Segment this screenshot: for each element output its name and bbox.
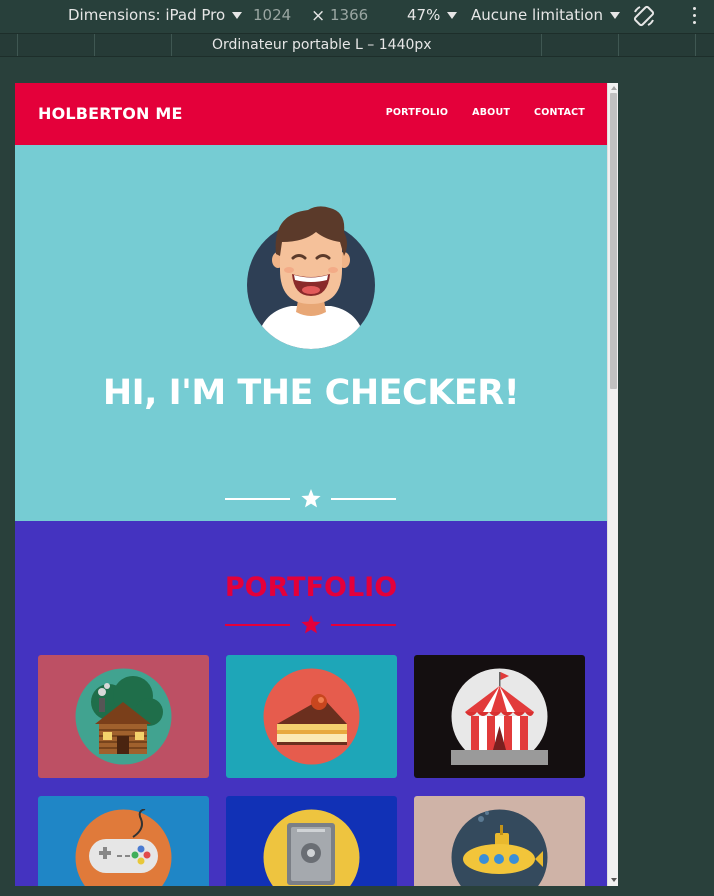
submarine-icon <box>451 809 548 886</box>
portfolio-card-safe[interactable] <box>226 796 397 886</box>
hero-section: HI, I'M THE CHECKER! <box>15 145 607 521</box>
nav-link-portfolio[interactable]: PORTFOLIO <box>386 107 448 118</box>
device-select-label: Dimensions: iPad Pro <box>68 6 226 24</box>
height-input[interactable]: 1366 <box>330 6 368 24</box>
portfolio-card-game-controller[interactable] <box>38 796 209 886</box>
nav-link-about[interactable]: ABOUT <box>472 107 510 118</box>
breakpoint-label: Ordinateur portable L – 1440px <box>212 37 432 53</box>
portfolio-title: PORTFOLIO <box>224 572 398 603</box>
scroll-thumb[interactable] <box>610 93 617 389</box>
chevron-down-icon <box>232 11 243 19</box>
portfolio-card-cabin[interactable] <box>38 655 209 778</box>
breakpoint-ruler[interactable]: Ordinateur portable L – 1440px <box>0 33 714 57</box>
portfolio-card-circus[interactable] <box>414 655 585 778</box>
width-input[interactable]: 1024 <box>253 6 291 24</box>
device-viewport: HOLBERTON ME PORTFOLIO ABOUT CONTACT HI,… <box>15 83 618 886</box>
hero-divider <box>225 489 396 508</box>
cake-icon <box>263 668 360 765</box>
website: HOLBERTON ME PORTFOLIO ABOUT CONTACT HI,… <box>15 83 607 886</box>
circus-tent-icon <box>451 668 548 765</box>
chevron-down-icon <box>447 11 458 19</box>
device-select[interactable]: Dimensions: iPad Pro <box>68 6 243 24</box>
zoom-label: 47% <box>407 6 441 24</box>
site-header: HOLBERTON ME PORTFOLIO ABOUT CONTACT <box>15 83 607 145</box>
safe-icon <box>263 809 360 886</box>
rotate-icon[interactable] <box>632 4 656 28</box>
site-brand[interactable]: HOLBERTON ME <box>38 104 183 123</box>
star-icon <box>301 615 321 634</box>
portfolio-section: PORTFOLIO <box>15 521 607 886</box>
site-nav: PORTFOLIO ABOUT CONTACT <box>386 107 585 118</box>
game-controller-icon <box>75 809 172 886</box>
scroll-down-icon[interactable] <box>611 878 617 882</box>
star-icon <box>301 489 321 508</box>
dimension-separator: × <box>311 6 326 26</box>
throttling-select[interactable]: Aucune limitation <box>471 6 620 24</box>
zoom-select[interactable]: 47% <box>407 6 458 24</box>
scroll-up-icon[interactable] <box>611 86 617 90</box>
portfolio-divider <box>225 615 396 634</box>
devtools-toolbar: Dimensions: iPad Pro 1024 × 1366 47% Auc… <box>0 0 714 32</box>
more-options-icon[interactable] <box>693 7 697 25</box>
nav-link-contact[interactable]: CONTACT <box>534 107 585 118</box>
chevron-down-icon <box>609 11 620 19</box>
portfolio-card-cake[interactable] <box>226 655 397 778</box>
hero-title: HI, I'M THE CHECKER! <box>102 373 520 413</box>
throttling-label: Aucune limitation <box>471 6 603 24</box>
viewport-scrollbar[interactable] <box>607 83 618 886</box>
portfolio-card-submarine[interactable] <box>414 796 585 886</box>
cabin-icon <box>75 668 172 765</box>
avatar <box>247 206 375 349</box>
